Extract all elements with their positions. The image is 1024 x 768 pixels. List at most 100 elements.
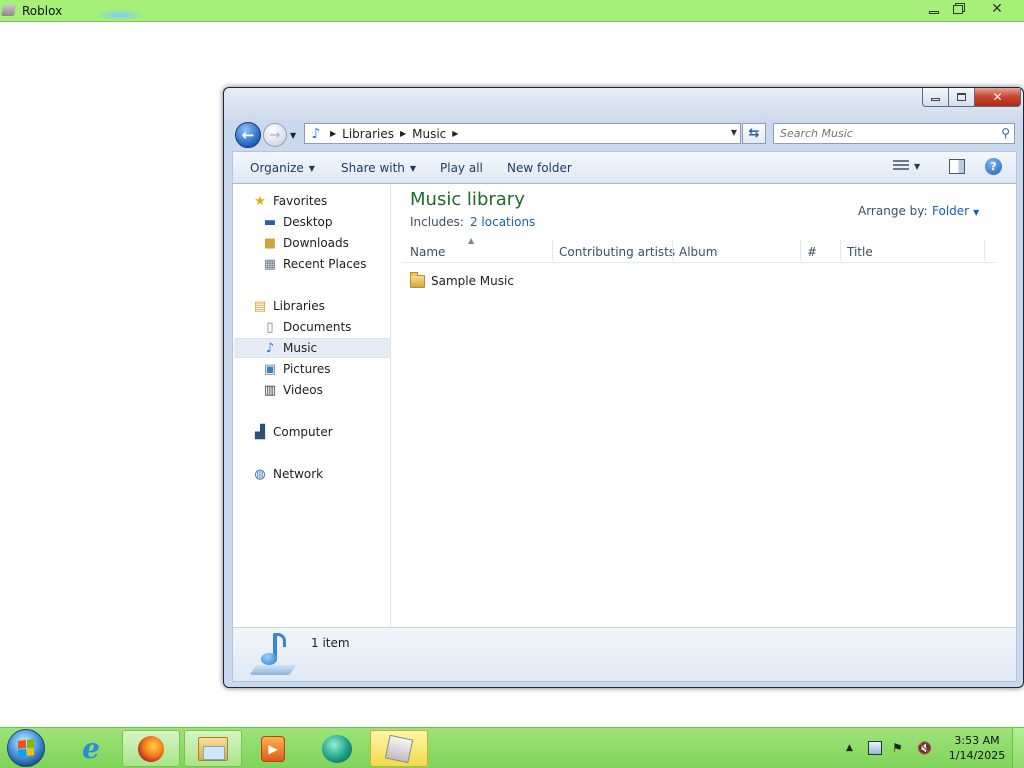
explorer-caption-buttons: ✕	[922, 88, 1021, 108]
music-note-icon: ♪	[265, 340, 275, 356]
desktop-icon: ▬	[263, 214, 277, 230]
column-name[interactable]: Name	[410, 245, 445, 263]
taskbar-internet-explorer[interactable]: e	[62, 730, 120, 767]
breadcrumb-libraries[interactable]: Libraries	[342, 127, 394, 141]
nav-videos[interactable]: ▥ Videos	[262, 380, 323, 400]
nav-desktop[interactable]: ▬ Desktop	[262, 212, 333, 232]
refresh-button[interactable]: ⇆	[742, 123, 766, 144]
details-pane: 1 item	[232, 627, 1017, 682]
nav-music-label: Music	[283, 341, 318, 355]
breadcrumb-chevron-icon[interactable]: ▶	[452, 129, 458, 138]
breadcrumb-music[interactable]: Music	[412, 127, 446, 141]
column-divider[interactable]	[672, 240, 673, 260]
forward-button[interactable]: →	[263, 123, 287, 147]
play-all-button[interactable]: Play all	[440, 161, 483, 175]
search-icon[interactable]: ⚲	[1001, 126, 1010, 140]
maximize-icon	[957, 93, 966, 101]
column-contributing-artists[interactable]: Contributing artists	[559, 245, 675, 263]
taskbar-firefox[interactable]	[122, 730, 180, 767]
list-item-name: Sample Music	[431, 274, 514, 288]
roblox-window-title: Roblox	[22, 4, 63, 18]
chevron-down-icon[interactable]: ▼	[914, 162, 920, 171]
navigation-pane: ★ Favorites ▬ Desktop ■ Downloads ▦ Rece…	[233, 184, 391, 627]
help-button[interactable]: ?	[985, 158, 1002, 175]
windows-logo-icon	[18, 739, 34, 757]
explorer-close-button[interactable]: ✕	[975, 88, 1021, 107]
clock-time: 3:53 AM	[954, 734, 1000, 747]
column-album[interactable]: Album	[679, 245, 717, 263]
roblox-minimize-button[interactable]	[921, 0, 947, 18]
roblox-app-icon	[1, 5, 16, 16]
recent-pages-dropdown[interactable]: ▼	[290, 131, 296, 140]
nav-computer[interactable]: ▟ Computer	[252, 422, 333, 442]
taskbar-roblox[interactable]	[370, 730, 428, 767]
roblox-close-button[interactable]: ✕	[980, 0, 1014, 18]
start-button[interactable]	[7, 729, 45, 767]
clock-date: 1/14/2025	[948, 749, 1006, 762]
roblox-restore-button[interactable]	[947, 0, 969, 18]
network-icon: ◍	[254, 466, 266, 482]
share-with-button[interactable]: Share with ▼	[341, 161, 416, 175]
taskbar: e ▶ ▲ ⚑ 🔇 3:53 AM 1/14/2025	[0, 727, 1024, 768]
nav-recent-places[interactable]: ▦ Recent Places	[262, 254, 367, 274]
sort-ascending-icon: ▲	[468, 236, 475, 245]
column-divider[interactable]	[984, 240, 985, 260]
column-track-number[interactable]: #	[807, 245, 817, 263]
taskbar-windows-explorer[interactable]	[184, 730, 242, 767]
explorer-minimize-button[interactable]	[922, 88, 949, 107]
breadcrumb-chevron-icon[interactable]: ▶	[330, 129, 336, 138]
nav-music[interactable]: ♪ Music	[234, 338, 390, 358]
search-input[interactable]	[780, 124, 995, 143]
explorer-frame-top[interactable]	[224, 88, 1023, 122]
taskbar-media-player[interactable]: ▶	[244, 730, 302, 767]
network-status-icon[interactable]	[868, 741, 882, 755]
show-desktop-button[interactable]	[1012, 728, 1024, 768]
chevron-down-icon: ▼	[308, 163, 315, 173]
nav-pictures-label: Pictures	[283, 362, 331, 376]
new-folder-button[interactable]: New folder	[507, 161, 572, 175]
command-toolbar: Organize ▼ Share with ▼ Play all New fol…	[232, 151, 1017, 184]
details-view-icon	[893, 160, 909, 172]
documents-icon: ▯	[266, 319, 274, 335]
address-history-dropdown[interactable]: ▼	[731, 128, 737, 137]
nav-documents[interactable]: ▯ Documents	[262, 317, 351, 337]
explorer-maximize-button[interactable]	[949, 88, 975, 107]
address-bar[interactable]: ♪ ▶ Libraries ▶ Music ▶ ▼	[304, 123, 741, 144]
column-divider[interactable]	[840, 240, 841, 260]
nav-downloads[interactable]: ■ Downloads	[262, 233, 349, 253]
system-tray: ▲ ⚑ 🔇 3:53 AM 1/14/2025	[840, 728, 1024, 768]
help-icon: ?	[990, 160, 997, 173]
arrange-by-dropdown[interactable]: Folder ▼	[932, 204, 979, 218]
column-title[interactable]: Title	[847, 245, 873, 263]
nav-favorites-label: Favorites	[273, 194, 328, 208]
libraries-icon: ▤	[253, 298, 267, 314]
column-divider[interactable]	[552, 240, 553, 260]
nav-libraries[interactable]: ▤ Libraries	[252, 296, 325, 316]
explorer-window: ✕ ← → ▼ ♪ ▶ Libraries ▶ Music ▶ ▼ ⇆ ⚲ Or…	[223, 87, 1024, 688]
nav-favorites[interactable]: ★ Favorites	[252, 191, 327, 211]
nav-network[interactable]: ◍ Network	[252, 464, 323, 484]
list-item[interactable]: Sample Music	[410, 271, 514, 291]
breadcrumb-chevron-icon[interactable]: ▶	[400, 129, 406, 138]
show-hidden-icons-icon[interactable]: ▲	[846, 743, 853, 753]
new-folder-label: New folder	[507, 161, 572, 175]
clock[interactable]: 3:53 AM 1/14/2025	[944, 733, 1010, 763]
organize-button[interactable]: Organize ▼	[250, 161, 315, 175]
arrow-right-icon: →	[269, 127, 281, 143]
taskbar-green-ball-app[interactable]	[308, 730, 366, 767]
recent-places-icon: ▦	[263, 256, 277, 272]
column-divider[interactable]	[800, 240, 801, 260]
roblox-titlebar[interactable]: Roblox ✕	[0, 0, 1024, 22]
restore-icon	[953, 4, 963, 14]
volume-muted-icon[interactable]: 🔇	[917, 741, 932, 755]
nav-pictures[interactable]: ▣ Pictures	[262, 359, 331, 379]
back-button[interactable]: ←	[235, 122, 261, 148]
share-with-label: Share with	[341, 161, 405, 175]
close-icon: ✕	[992, 90, 1003, 104]
action-center-flag-icon[interactable]: ⚑	[892, 741, 903, 755]
preview-pane-button[interactable]	[949, 159, 965, 174]
includes-label: Includes:	[410, 215, 464, 229]
locations-link[interactable]: 2 locations	[470, 215, 535, 229]
change-view-button[interactable]: ▼	[893, 160, 920, 172]
windows-explorer-icon	[198, 736, 228, 761]
